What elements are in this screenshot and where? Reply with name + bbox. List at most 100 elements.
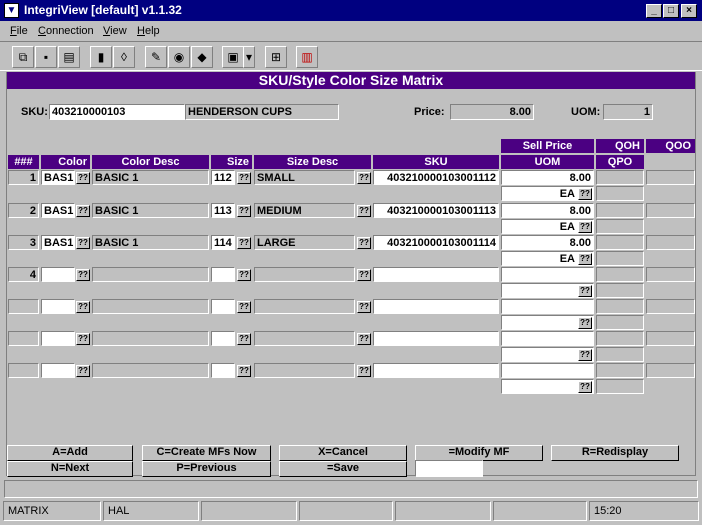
sell-price-field[interactable]: 8.00 [501,235,594,250]
size-field[interactable]: 113 [211,203,235,218]
sku-field[interactable]: 403210000103001113 [373,203,499,218]
qoh-field [596,331,644,346]
size-desc-lookup-button[interactable]: ?? [357,172,371,184]
cancel-button[interactable]: X=Cancel [279,445,407,461]
window-list-icon[interactable]: ▣ [222,46,244,68]
menu-help[interactable]: Help [137,25,160,37]
save-icon[interactable]: ▪ [35,46,57,68]
save-button[interactable]: =Save [279,461,407,477]
chart-icon[interactable]: ▥ [296,46,318,68]
sku-field[interactable] [373,363,499,378]
menu-view[interactable]: View [103,25,127,37]
qoo-field [646,331,695,346]
sell-price-field[interactable]: 8.00 [501,203,594,218]
size-desc-lookup-button[interactable]: ?? [357,333,371,345]
size-desc-lookup-button[interactable]: ?? [357,205,371,217]
app-icon[interactable]: ▼ [4,3,19,18]
modify-mf-button[interactable]: =Modify MF [415,445,543,461]
size-lookup-button[interactable]: ?? [237,365,251,377]
print-icon[interactable]: ▤ [58,46,80,68]
size-desc-lookup-button[interactable]: ?? [357,365,371,377]
uom-lookup-button[interactable]: ?? [578,188,592,200]
color-desc-field [92,267,209,282]
color-field[interactable] [41,267,75,282]
qpo-field [596,186,644,201]
menu-connection[interactable]: Connection [38,25,94,37]
size-lookup-button[interactable]: ?? [237,205,251,217]
sell-price-field[interactable] [501,299,594,314]
uom-lookup-button[interactable]: ?? [578,349,592,361]
color-field[interactable] [41,363,75,378]
book-icon[interactable]: ◆ [191,46,213,68]
sku-field[interactable]: 403210000103 [49,104,185,120]
close-button[interactable]: × [681,4,697,18]
properties-icon[interactable]: ✎ [145,46,167,68]
redisplay-button[interactable]: R=Redisplay [551,445,679,461]
size-field[interactable] [211,331,235,346]
size-lookup-button[interactable]: ?? [237,333,251,345]
uom-lookup-button[interactable]: ?? [578,381,592,393]
menu-file[interactable]: File [10,25,28,37]
size-field[interactable] [211,299,235,314]
color-field[interactable]: BAS1 [41,170,75,185]
size-desc-field [254,267,355,282]
connect-icon[interactable]: ◊ [113,46,135,68]
sell-price-field[interactable] [501,363,594,378]
color-desc-field [92,299,209,314]
sku-field[interactable] [373,331,499,346]
monitor-icon[interactable]: ◉ [168,46,190,68]
size-lookup-button[interactable]: ?? [237,301,251,313]
qoo-field [646,235,695,250]
chevron-down-icon[interactable]: ▾ [243,46,255,68]
color-field[interactable]: BAS1 [41,235,75,250]
size-lookup-button[interactable]: ?? [237,237,251,249]
color-lookup-button[interactable]: ?? [76,365,90,377]
sku-field[interactable]: 403210000103001112 [373,170,499,185]
sku-field[interactable] [373,267,499,282]
sell-price-field[interactable] [501,267,594,282]
color-field[interactable]: BAS1 [41,203,75,218]
uom-lookup-button[interactable]: ?? [578,285,592,297]
minimize-button[interactable]: _ [646,4,662,18]
color-lookup-button[interactable]: ?? [76,237,90,249]
size-desc-header: Size Desc [254,155,371,169]
size-lookup-button[interactable]: ?? [237,172,251,184]
color-lookup-button[interactable]: ?? [76,301,90,313]
sku-field[interactable]: 403210000103001114 [373,235,499,250]
status-user: HAL [103,501,199,521]
size-field[interactable] [211,363,235,378]
color-lookup-button[interactable]: ?? [76,269,90,281]
lock-icon[interactable]: ▮ [90,46,112,68]
hierarchy-icon[interactable]: ⊞ [265,46,287,68]
size-field[interactable]: 112 [211,170,235,185]
next-button[interactable]: N=Next [7,461,133,477]
create-mfs-button[interactable]: C=Create MFs Now [142,445,271,461]
color-field[interactable] [41,331,75,346]
status-pane-3 [201,501,297,521]
sell-price-field[interactable] [501,331,594,346]
sku-field[interactable] [373,299,499,314]
color-lookup-button[interactable]: ?? [76,333,90,345]
sell-price-field[interactable]: 8.00 [501,170,594,185]
uom-lookup-button[interactable]: ?? [578,221,592,233]
size-field[interactable]: 114 [211,235,235,250]
status-time: 15:20 [589,501,699,521]
color-lookup-button[interactable]: ?? [76,172,90,184]
uom-lookup-button[interactable]: ?? [578,317,592,329]
add-button[interactable]: A=Add [7,445,133,461]
sku-description: HENDERSON CUPS [185,104,339,120]
command-input[interactable] [415,460,483,477]
size-desc-lookup-button[interactable]: ?? [357,237,371,249]
maximize-button[interactable]: □ [663,4,679,18]
qoh-field [596,267,644,282]
copy-icon[interactable]: ⧉ [12,46,34,68]
color-field[interactable] [41,299,75,314]
size-desc-field: SMALL [254,170,355,185]
uom-lookup-button[interactable]: ?? [578,253,592,265]
size-desc-lookup-button[interactable]: ?? [357,301,371,313]
size-desc-lookup-button[interactable]: ?? [357,269,371,281]
color-lookup-button[interactable]: ?? [76,205,90,217]
previous-button[interactable]: P=Previous [142,461,271,477]
size-lookup-button[interactable]: ?? [237,269,251,281]
size-field[interactable] [211,267,235,282]
